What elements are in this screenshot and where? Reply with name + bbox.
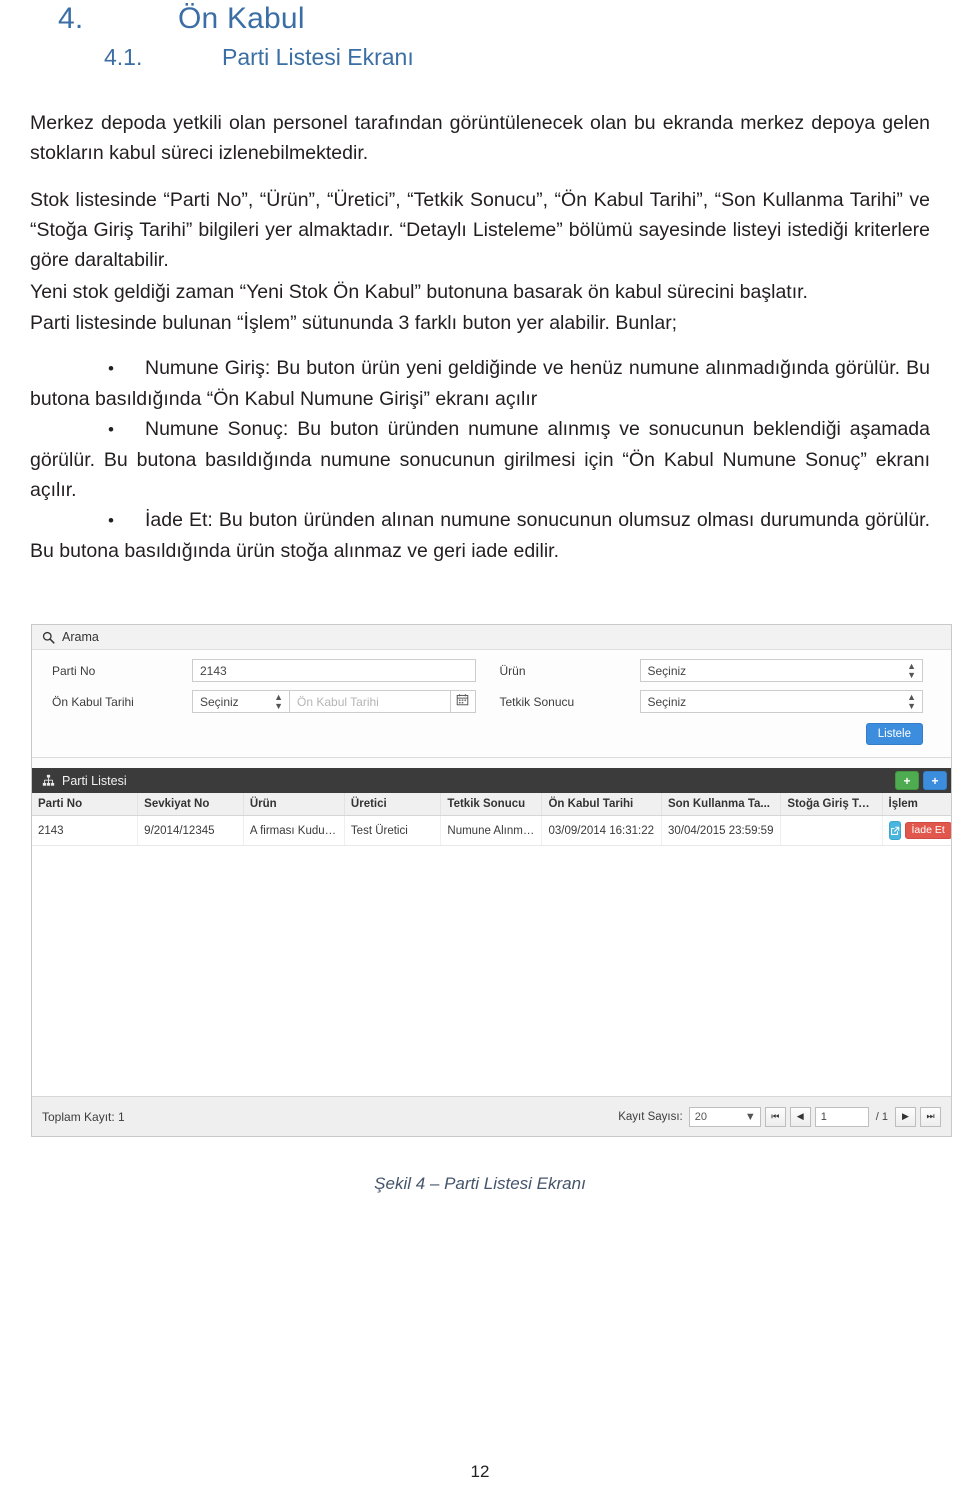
cell-tetkik-sonucu: Numune Alınmadı [440,815,543,846]
grid-panel-header: Parti Listesi + + [32,768,951,793]
tetkik-sonucu-label: Tetkik Sonucu [499,694,575,709]
grid-panel: Parti Listesi + + Parti No Sevkiyat No Ü… [32,768,951,1136]
section-number: 4. [58,2,84,35]
filter-row-1: Parti No 2143 Ürün Seçiniz ▲ ▼ [42,659,937,682]
section-heading-4: 4. Ön Kabul [58,2,305,36]
page-size-label: Kayıt Sayısı: [618,1110,683,1123]
figure-caption: Şekil 4 – Parti Listesi Ekranı [374,1174,586,1193]
cell-parti-no: 2143 [32,815,139,846]
subsection-heading-4-1: 4.1. Parti Listesi Ekranı [104,44,414,71]
on-kabul-date-group: Seçiniz ▲ ▼ Ön Kabul Tarihi [192,690,476,713]
figure-screenshot: Arama Parti No 2143 Ürün Seçiniz ▲ ▼ Ön … [31,624,952,1137]
filter-on-kabul-tarihi: Ön Kabul Tarihi Seçiniz ▲ ▼ Ön Kabul Tari… [42,690,490,713]
on-kabul-tarihi-label: Ön Kabul Tarihi [52,694,134,709]
paragraph-stock-list: Stok listesinde “Parti No”, “Ürün”, “Üre… [30,189,930,271]
cell-urun: A firması Kuduz A... [243,815,345,846]
page-size-value: 20 [694,1110,708,1123]
table-row[interactable]: 2143 9/2014/12345 A firması Kuduz A... T… [32,815,951,846]
cell-stoga-giris-tarihi [780,815,883,846]
urun-select-value: Seçiniz [647,663,687,678]
list-item-text: İade Et: Bu buton üründen alınan numune … [30,509,930,562]
listele-button[interactable]: Listele [865,723,923,745]
col-tetkik-sonucu[interactable]: Tetkik Sonucu [440,793,543,816]
bullet-marker [30,505,145,536]
calendar-icon [456,693,469,711]
paragraph-intro: Merkez depoda yetkili olan personel tara… [30,112,930,164]
on-kabul-operator-value: Seçiniz [200,694,239,709]
list-item-text: Numune Sonuç: Bu buton üründen numune al… [30,418,930,501]
page-size-select[interactable]: 20 ▼ [688,1106,761,1127]
current-page-input[interactable]: 1 [814,1106,869,1127]
paragraph-new-stock: Yeni stok geldiği zaman “Yeni Stok Ön Ka… [30,281,808,303]
cell-on-kabul-tarihi: 03/09/2014 16:31:22 [541,815,662,846]
filter-urun: Ürün Seçiniz ▲ ▼ [490,659,938,682]
add-blue-button[interactable]: + [923,771,947,790]
col-stoga-giris-tarihi[interactable]: Stoğa Giriş Tarihi [780,793,883,816]
col-uretici[interactable]: Üretici [344,793,442,816]
grid-empty-area [32,846,951,1097]
col-parti-no[interactable]: Parti No [32,793,139,816]
urun-label: Ürün [499,663,526,678]
updown-caret-icon: ▲ ▼ [907,660,916,680]
numune-giris-icon-button[interactable] [888,821,901,840]
iade-et-button[interactable]: İade Et [904,822,951,839]
updown-caret-icon: ▲ ▼ [907,691,916,711]
subsection-number: 4.1. [104,44,143,70]
list-item: Numune Giriş: Bu buton ürün yeni geldiği… [30,353,930,414]
calendar-button[interactable] [449,690,476,713]
page-number: 12 [470,1462,490,1481]
bullet-list: Numune Giriş: Bu buton ürün yeni geldiği… [30,353,930,566]
app-screenshot: Arama Parti No 2143 Ürün Seçiniz ▲ ▼ Ön … [31,624,952,1137]
filter-tetkik-sonucu: Tetkik Sonucu Seçiniz ▲ ▼ [490,690,938,713]
subsection-title: Parti Listesi Ekranı [222,44,414,70]
section-title: Ön Kabul [178,2,305,35]
updown-caret-icon: ▲ ▼ [274,691,283,711]
tetkik-sonucu-select[interactable]: Seçiniz ▲ ▼ [639,690,923,713]
search-panel: Arama Parti No 2143 Ürün Seçiniz ▲ ▼ Ön … [32,625,951,758]
on-kabul-date-input[interactable]: Ön Kabul Tarihi [289,690,450,713]
col-islem[interactable]: İşlem [882,793,951,816]
list-item: Numune Sonuç: Bu buton üründen numune al… [30,414,930,505]
table-header-row: Parti No Sevkiyat No Ürün Üretici Tetkik… [32,793,951,816]
islem-buttons: İade Et [888,821,951,840]
first-page-button[interactable]: ⏮ [764,1106,786,1127]
parti-no-input[interactable]: 2143 [192,659,476,682]
urun-select[interactable]: Seçiniz ▲ ▼ [639,659,923,682]
grid-footer: Toplam Kayıt: 1 Kayıt Sayısı: 20 ▼ ⏮ ◀ 1… [32,1097,951,1136]
col-son-kullanma-tarihi[interactable]: Son Kullanma Ta... [661,793,782,816]
total-pages-label: / 1 [875,1110,888,1123]
sitemap-icon [42,774,55,787]
prev-page-button[interactable]: ◀ [789,1106,811,1127]
next-page-button[interactable]: ▶ [895,1106,916,1127]
filter-parti-no: Parti No 2143 [42,659,490,682]
tetkik-sonucu-select-value: Seçiniz [647,694,687,709]
col-on-kabul-tarihi[interactable]: Ön Kabul Tarihi [541,793,662,816]
pagination: Kayıt Sayısı: 20 ▼ ⏮ ◀ 1 / 1 ▶ ⏭ [618,1106,941,1127]
parti-listesi-table: Parti No Sevkiyat No Ürün Üretici Tetkik… [32,793,951,846]
cell-islem: İade Et [882,815,951,846]
list-item: İade Et: Bu buton üründen alınan numune … [30,505,930,566]
search-icon [42,631,55,644]
add-green-button[interactable]: + [895,771,919,790]
col-urun[interactable]: Ürün [243,793,345,816]
paragraph-islem-column: Parti listesinde bulunan “İşlem” sütunun… [30,312,678,334]
chevron-down-icon: ▼ [744,1110,756,1123]
last-page-button[interactable]: ⏭ [920,1106,941,1127]
total-records-label: Toplam Kayıt: 1 [42,1109,125,1124]
filter-row-2: Ön Kabul Tarihi Seçiniz ▲ ▼ Ön Kabul Tari… [42,690,937,713]
col-sevkiyat-no[interactable]: Sevkiyat No [137,793,244,816]
search-panel-header: Arama [32,625,951,650]
cell-son-kullanma-tarihi: 30/04/2015 23:59:59 [661,815,782,846]
grid-panel-title: Parti Listesi [62,773,127,788]
search-panel-body: Parti No 2143 Ürün Seçiniz ▲ ▼ Ön Kabul … [32,650,951,757]
list-item-text: Numune Giriş: Bu buton ürün yeni geldiği… [30,357,930,410]
parti-no-label: Parti No [52,663,96,678]
search-actions: Listele [42,721,937,745]
on-kabul-operator-select[interactable]: Seçiniz ▲ ▼ [192,690,289,713]
bullet-marker [30,353,145,384]
bullet-marker [30,414,145,445]
cell-sevkiyat-no: 9/2014/12345 [137,815,244,846]
cell-uretici: Test Üretici [344,815,442,846]
search-panel-title: Arama [62,630,99,644]
